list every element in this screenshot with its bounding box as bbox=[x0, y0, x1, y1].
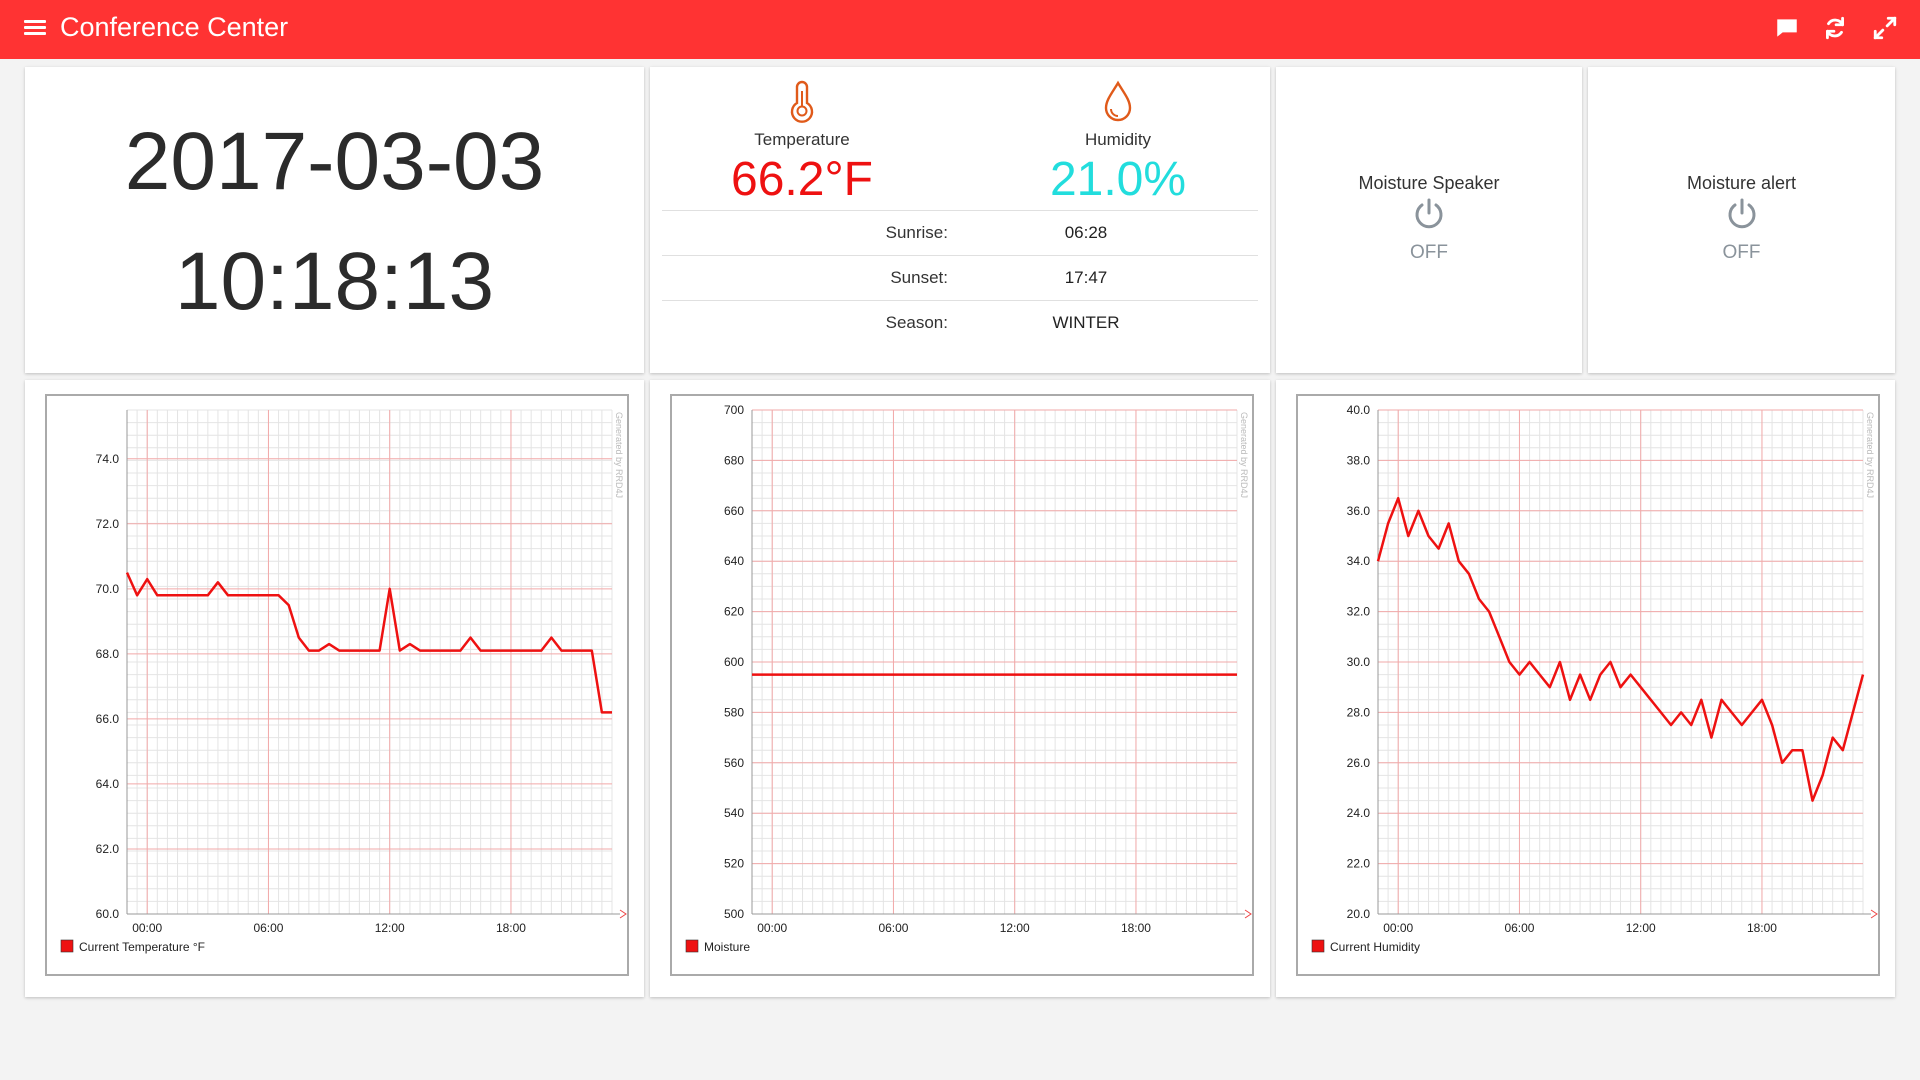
moisture-chart-frame: 500 520 540 560 580 600 620 640 660 680 700 00:00 06… bbox=[670, 394, 1254, 976]
moisture-alert-card: Moisture alert OFF bbox=[1588, 67, 1895, 373]
y-tick-label: 74.0 bbox=[96, 452, 120, 466]
y-tick-label: 30.0 bbox=[1347, 655, 1371, 669]
x-tick-label: 18:00 bbox=[1121, 921, 1151, 935]
y-tick-label: 26.0 bbox=[1347, 756, 1371, 770]
sunrise-label: Sunrise: bbox=[885, 223, 948, 242]
humidity-chart: 20.0 22.0 24.0 26.0 28.0 30.0 32.0 34.0 36.0 38.0… bbox=[1311, 403, 1878, 954]
y-tick-label: 60.0 bbox=[96, 907, 120, 921]
humidity-value: 21.0% bbox=[1049, 153, 1187, 206]
weather-card: Temperature 66.2°F Humidity 21.0% Sunris… bbox=[650, 67, 1270, 373]
humidity-chart-frame: 20.0 22.0 24.0 26.0 28.0 30.0 32.0 34.0 36.0 38.0… bbox=[1296, 394, 1880, 976]
x-tick-label: 12:00 bbox=[375, 921, 405, 935]
y-tick-label: 660 bbox=[724, 504, 744, 518]
watermark-text: Generated by RRD4J bbox=[1239, 412, 1249, 498]
legend-label: Moisture bbox=[704, 940, 750, 954]
y-tick-label: 520 bbox=[724, 857, 744, 871]
y-tick-label: 700 bbox=[724, 403, 744, 417]
y-tick-label: 580 bbox=[724, 705, 744, 719]
y-tick-label: 640 bbox=[724, 554, 744, 568]
sunrise-value: 06:28 bbox=[1064, 223, 1108, 242]
sun-season-table: Sunrise: 06:28 Sunset: 17:47 Season: WIN… bbox=[662, 210, 1258, 345]
x-tick-label: 00:00 bbox=[757, 921, 787, 935]
y-tick-label: 28.0 bbox=[1347, 705, 1371, 719]
humidity-chart-card: 20.0 22.0 24.0 26.0 28.0 30.0 32.0 34.0 36.0 38.0… bbox=[1276, 380, 1895, 997]
menu-icon[interactable] bbox=[24, 17, 46, 39]
legend-label: Current Temperature °F bbox=[79, 940, 205, 954]
top-bar: Conference Center bbox=[0, 0, 1920, 59]
x-tick-label: 18:00 bbox=[1747, 921, 1777, 935]
table-row: Sunset: 17:47 bbox=[662, 255, 1258, 300]
sunset-value: 17:47 bbox=[1064, 268, 1108, 287]
power-icon[interactable] bbox=[1412, 197, 1446, 231]
y-tick-label: 22.0 bbox=[1347, 857, 1371, 871]
y-tick-label: 620 bbox=[724, 605, 744, 619]
y-tick-label: 680 bbox=[724, 453, 744, 467]
y-tick-label: 62.0 bbox=[96, 842, 120, 856]
switch-state: OFF bbox=[1722, 242, 1761, 263]
legend-swatch bbox=[685, 939, 699, 953]
switch-state: OFF bbox=[1410, 242, 1448, 263]
x-tick-label: 06:00 bbox=[1504, 921, 1534, 935]
y-tick-label: 72.0 bbox=[96, 517, 120, 531]
x-tick-label: 12:00 bbox=[1626, 921, 1656, 935]
table-row: Season: WINTER bbox=[662, 300, 1258, 345]
y-tick-label: 540 bbox=[724, 806, 744, 820]
fullscreen-icon[interactable] bbox=[1872, 15, 1898, 41]
y-tick-label: 32.0 bbox=[1347, 605, 1371, 619]
y-tick-label: 560 bbox=[724, 756, 744, 770]
refresh-icon[interactable] bbox=[1822, 15, 1848, 41]
y-tick-label: 70.0 bbox=[96, 582, 120, 596]
temperature-block: Temperature 66.2°F bbox=[702, 79, 902, 208]
temperature-chart: 60.0 62.0 64.0 66.0 68.0 70.0 72.0 74.0 00:00 06:… bbox=[60, 409, 627, 954]
sunset-label: Sunset: bbox=[890, 268, 948, 287]
y-tick-label: 20.0 bbox=[1347, 907, 1371, 921]
x-tick-label: 18:00 bbox=[496, 921, 526, 935]
x-tick-label: 06:00 bbox=[878, 921, 908, 935]
y-tick-label: 66.0 bbox=[96, 712, 120, 726]
page-title: Conference Center bbox=[60, 12, 289, 42]
droplet-icon bbox=[1104, 80, 1132, 122]
y-tick-label: 68.0 bbox=[96, 647, 120, 661]
clock-date: 2017-03-03 bbox=[124, 116, 545, 207]
y-tick-label: 64.0 bbox=[96, 777, 120, 791]
x-tick-label: 12:00 bbox=[1000, 921, 1030, 935]
chat-icon[interactable] bbox=[1774, 15, 1800, 41]
watermark-text: Generated by RRD4J bbox=[1865, 412, 1875, 498]
clock-card: 2017-03-03 10:18:13 bbox=[25, 67, 644, 373]
watermark-text: Generated by RRD4J bbox=[614, 412, 624, 498]
moisture-chart-card: 500 520 540 560 580 600 620 640 660 680 700 00:00 06… bbox=[650, 380, 1270, 997]
y-tick-label: 34.0 bbox=[1347, 554, 1371, 568]
thermometer-icon bbox=[790, 80, 814, 123]
temperature-value: 66.2°F bbox=[731, 153, 873, 206]
season-value: WINTER bbox=[1052, 313, 1120, 332]
switch-label: Moisture alert bbox=[1686, 173, 1797, 193]
humidity-block: Humidity 21.0% bbox=[1018, 79, 1218, 208]
clock-time: 10:18:13 bbox=[174, 236, 495, 327]
y-tick-label: 500 bbox=[724, 907, 744, 921]
power-icon[interactable] bbox=[1725, 197, 1759, 231]
x-tick-label: 00:00 bbox=[132, 921, 162, 935]
y-tick-label: 36.0 bbox=[1347, 504, 1371, 518]
y-tick-label: 600 bbox=[724, 655, 744, 669]
legend-swatch bbox=[60, 939, 74, 953]
temperature-label: Temperature bbox=[754, 130, 850, 149]
legend-label: Current Humidity bbox=[1330, 940, 1420, 954]
moisture-chart: 500 520 540 560 580 600 620 640 660 680 700 00:00 06… bbox=[685, 403, 1252, 954]
x-axis-arrow bbox=[1870, 909, 1878, 919]
y-tick-label: 38.0 bbox=[1347, 453, 1371, 467]
x-axis-arrow bbox=[619, 909, 627, 919]
humidity-label: Humidity bbox=[1084, 130, 1152, 149]
x-tick-label: 06:00 bbox=[253, 921, 283, 935]
switch-label: Moisture Speaker bbox=[1358, 173, 1500, 193]
x-tick-label: 00:00 bbox=[1383, 921, 1413, 935]
temperature-chart-frame: 60.0 62.0 64.0 66.0 68.0 70.0 72.0 74.0 00:00 06:… bbox=[45, 394, 629, 976]
y-tick-label: 40.0 bbox=[1347, 403, 1371, 417]
moisture-speaker-card: Moisture Speaker OFF bbox=[1276, 67, 1582, 373]
temperature-chart-card: 60.0 62.0 64.0 66.0 68.0 70.0 72.0 74.0 00:00 06:… bbox=[25, 380, 644, 997]
legend-swatch bbox=[1311, 939, 1325, 953]
y-tick-label: 24.0 bbox=[1347, 806, 1371, 820]
season-label: Season: bbox=[885, 313, 948, 332]
x-axis-arrow bbox=[1244, 909, 1252, 919]
table-row: Sunrise: 06:28 bbox=[662, 210, 1258, 255]
